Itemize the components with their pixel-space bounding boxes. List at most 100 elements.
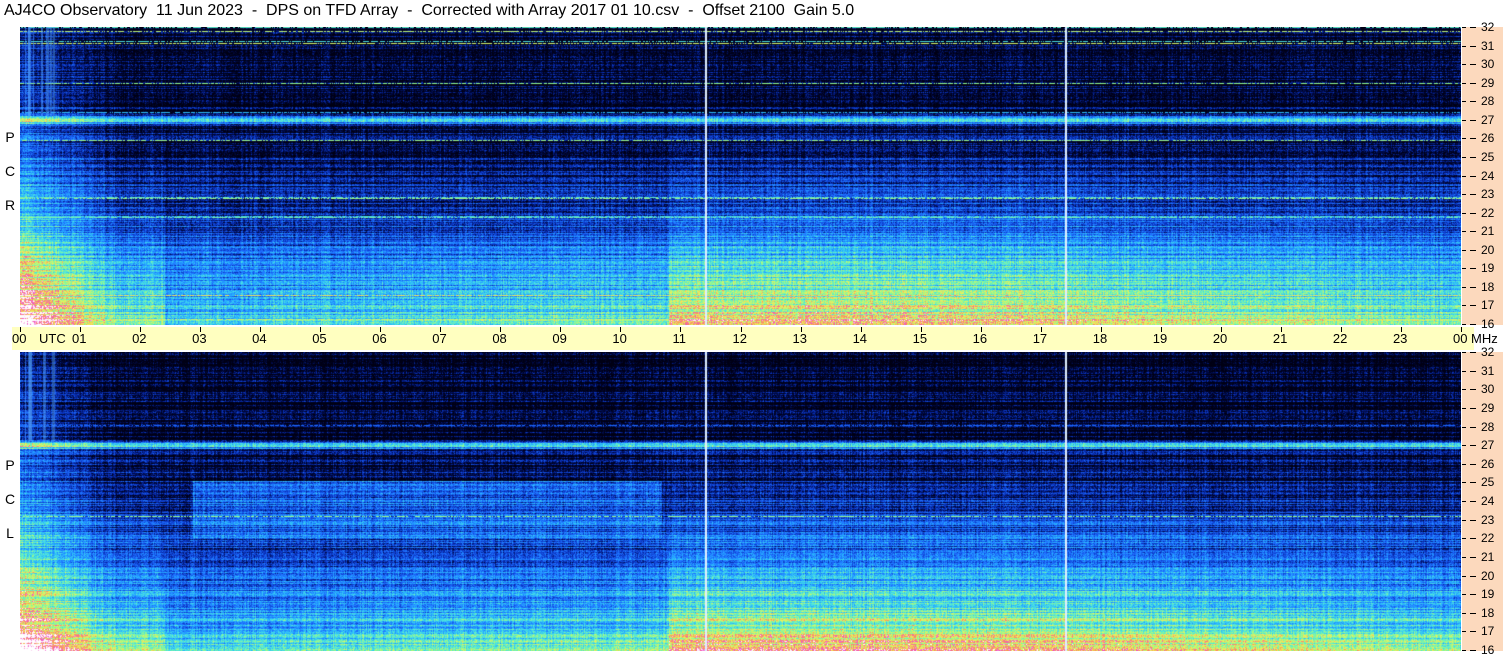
lcp-freq-label: 32 <box>1481 345 1495 359</box>
lcp-freq-tick <box>1462 427 1466 428</box>
rcp-freq-label: 25 <box>1481 150 1495 164</box>
lcp-freq-tick-mark <box>1470 464 1476 465</box>
time-axis-tick <box>260 327 262 332</box>
lcp-freq-tick-mark <box>1470 557 1476 558</box>
lcp-freq-tick <box>1462 650 1466 651</box>
rcp-freq-tick-mark <box>1470 250 1476 251</box>
rcp-freq-tick-mark <box>1470 46 1476 47</box>
rcp-spectrogram-canvas <box>20 27 1461 325</box>
rcp-freq-label: 19 <box>1481 261 1495 275</box>
rcp-freq-tick-mark <box>1470 231 1476 232</box>
rcp-freq-tick <box>1462 176 1466 177</box>
time-axis-tick <box>200 327 202 332</box>
rcp-label: P C R <box>2 120 18 222</box>
time-axis-tick <box>80 327 82 332</box>
lcp-freq-tick <box>1462 408 1466 409</box>
time-axis-tick <box>500 327 502 332</box>
lcp-freq-label: 16 <box>1481 643 1495 657</box>
rcp-freq-label: 27 <box>1481 113 1495 127</box>
rcp-freq-label: 24 <box>1481 169 1495 183</box>
lcp-freq-tick <box>1462 389 1466 390</box>
time-axis-tick <box>800 327 802 332</box>
rcp-freq-tick <box>1462 250 1466 251</box>
time-axis-label: 15 <box>912 331 928 346</box>
time-axis-label: 01 <box>72 331 87 346</box>
time-axis-label: 12 <box>732 331 747 346</box>
time-axis-tick <box>560 327 562 332</box>
lcp-freq-tick <box>1462 594 1466 595</box>
rcp-freq-label: 20 <box>1481 243 1495 257</box>
rcp-freq-tick <box>1462 46 1466 47</box>
lcp-label: P C L <box>2 448 18 550</box>
lcp-freq-label: 20 <box>1481 569 1495 583</box>
rcp-letter-r: R <box>4 197 16 213</box>
time-axis-unit: MHz <box>1471 331 1498 346</box>
rcp-freq-tick <box>1462 305 1466 306</box>
rcp-freq-tick-mark <box>1470 27 1476 28</box>
rcp-spectrogram <box>20 27 1461 325</box>
lcp-freq-tick <box>1462 501 1466 502</box>
time-axis-label: 22 <box>1332 331 1348 346</box>
rcp-freq-label: 17 <box>1481 298 1495 312</box>
lcp-freq-label: 26 <box>1481 457 1495 471</box>
time-axis-label: 00 <box>12 331 27 346</box>
time-axis-label: 18 <box>1092 331 1108 346</box>
rcp-freq-label: 28 <box>1481 94 1495 108</box>
time-axis-label: 16 <box>972 331 988 346</box>
time-axis-tick <box>1461 327 1462 332</box>
rcp-freq-tick <box>1462 64 1466 65</box>
rcp-freq-tick <box>1462 83 1466 84</box>
lcp-freq-tick-mark <box>1470 427 1476 428</box>
lcp-freq-tick-mark <box>1470 520 1476 521</box>
lcp-freq-tick <box>1462 464 1466 465</box>
lcp-freq-label: 25 <box>1481 475 1495 489</box>
time-axis-label: 19 <box>1152 331 1168 346</box>
time-axis-label: 13 <box>792 331 807 346</box>
time-axis-label: 20 <box>1212 331 1228 346</box>
lcp-freq-label: 22 <box>1481 531 1495 545</box>
rcp-freq-tick-mark <box>1470 120 1476 121</box>
lcp-freq-label: 28 <box>1481 420 1495 434</box>
lcp-freq-tick-mark <box>1470 408 1476 409</box>
lcp-letter-l: L <box>6 525 14 541</box>
lcp-freq-tick-mark <box>1470 613 1476 614</box>
rcp-freq-tick <box>1462 213 1466 214</box>
lcp-frequency-axis: 32 31 30 29 28 27 26 25 24 23 22 21 20 19 18 17 16 <box>1462 345 1503 657</box>
time-axis-label: 09 <box>552 331 567 346</box>
lcp-freq-label: 21 <box>1481 550 1495 564</box>
time-axis-tick <box>140 327 142 332</box>
time-axis-tick <box>1160 327 1162 332</box>
rcp-freq-label: 29 <box>1481 76 1495 90</box>
time-axis: 00 UTC 01 02 03 04 05 06 07 08 09 10 11 12 13 14 15 16 17 1… <box>12 327 1498 350</box>
rcp-freq-tick <box>1462 27 1466 28</box>
rcp-freq-tick-mark <box>1470 101 1476 102</box>
time-axis-tick <box>1280 327 1282 332</box>
lcp-freq-tick <box>1462 576 1466 577</box>
time-axis-label: 10 <box>612 331 627 346</box>
rcp-letter-p: P <box>5 129 15 145</box>
time-axis-label: 17 <box>1032 331 1048 346</box>
time-axis-label: 05 <box>312 331 327 346</box>
rcp-freq-tick-mark <box>1470 157 1476 158</box>
lcp-freq-label: 18 <box>1481 606 1495 620</box>
lcp-freq-tick <box>1462 631 1466 632</box>
rcp-freq-tick-mark <box>1470 83 1476 84</box>
time-axis-label: 11 <box>672 331 686 346</box>
rcp-freq-tick <box>1462 231 1466 232</box>
time-axis-tick <box>320 327 322 332</box>
lcp-freq-tick <box>1462 371 1466 372</box>
lcp-letter-p: P <box>5 457 15 473</box>
rcp-freq-label: 23 <box>1481 187 1495 201</box>
rcp-letter-c: C <box>4 163 16 179</box>
lcp-freq-label: 23 <box>1481 513 1495 527</box>
time-axis-label: 23 <box>1392 331 1408 346</box>
time-axis-label: 07 <box>432 331 447 346</box>
time-axis-label: 14 <box>852 331 868 346</box>
time-axis-tick <box>860 327 862 332</box>
rcp-frequency-axis: 32 31 30 29 28 27 26 25 24 23 22 21 20 19 18 17 16 <box>1462 20 1503 331</box>
time-axis-tick <box>20 327 21 332</box>
time-axis-tick <box>1340 327 1342 332</box>
time-axis-label: 00 <box>1453 331 1468 346</box>
lcp-freq-tick-mark <box>1470 482 1476 483</box>
time-axis-label: 21 <box>1272 331 1288 346</box>
